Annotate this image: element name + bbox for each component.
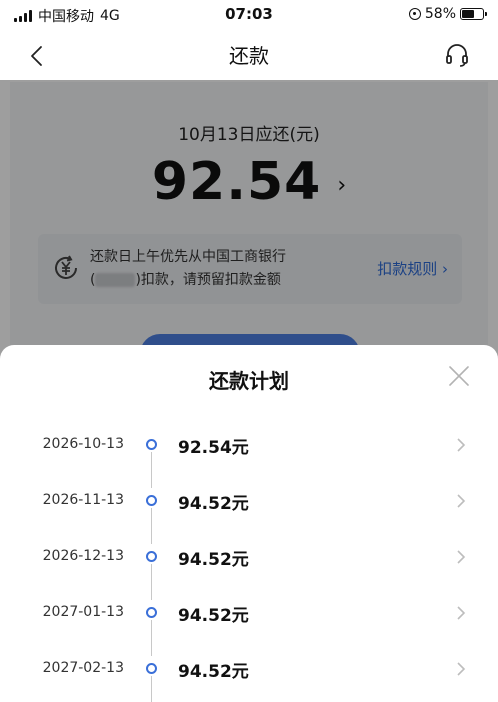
plan-row[interactable]: 2027-01-13 94.52元 bbox=[0, 588, 498, 656]
timeline-dot bbox=[146, 663, 157, 674]
chevron-right-icon bbox=[457, 662, 466, 676]
timeline-dot bbox=[146, 607, 157, 618]
plan-date: 2026-11-13 bbox=[42, 492, 124, 508]
status-right: 58% bbox=[408, 6, 487, 22]
headset-icon bbox=[446, 44, 468, 67]
timeline-dot bbox=[146, 439, 157, 450]
plan-date: 2026-10-13 bbox=[42, 436, 124, 452]
chevron-right-icon bbox=[457, 438, 466, 452]
orientation-lock-icon bbox=[408, 8, 421, 20]
chevron-left-icon bbox=[31, 46, 42, 66]
plan-row[interactable]: 2026-11-13 94.52元 bbox=[0, 476, 498, 544]
timeline-dot bbox=[146, 495, 157, 506]
chevron-right-icon bbox=[457, 550, 466, 564]
battery-percent: 58% bbox=[424, 6, 456, 22]
plan-row[interactable]: 2027-02-13 94.52元 bbox=[0, 644, 498, 702]
plan-date: 2026-12-13 bbox=[42, 548, 124, 564]
close-icon bbox=[449, 366, 469, 386]
close-button[interactable] bbox=[448, 365, 470, 387]
plan-amount: 92.54元 bbox=[178, 438, 249, 458]
plan-amount: 94.52元 bbox=[178, 606, 249, 626]
plan-amount: 94.52元 bbox=[178, 662, 249, 682]
customer-service-button[interactable] bbox=[444, 42, 470, 68]
chevron-right-icon bbox=[457, 606, 466, 620]
timeline-dot bbox=[146, 551, 157, 562]
plan-date: 2027-02-13 bbox=[42, 660, 124, 676]
nav-bar: 还款 bbox=[0, 30, 498, 80]
battery-icon bbox=[460, 8, 487, 20]
repayment-plan-sheet: 还款计划 2026-10-13 92.54元 2026-11-13 94.52元… bbox=[0, 345, 498, 702]
plan-amount: 94.52元 bbox=[178, 550, 249, 570]
plan-date: 2027-01-13 bbox=[42, 604, 124, 620]
back-button[interactable] bbox=[26, 44, 50, 68]
plan-amount: 94.52元 bbox=[178, 494, 249, 514]
plan-row[interactable]: 2026-12-13 94.52元 bbox=[0, 532, 498, 600]
timeline-line bbox=[151, 676, 152, 702]
chevron-right-icon bbox=[457, 494, 466, 508]
sheet-title: 还款计划 bbox=[209, 369, 289, 393]
status-bar: 中国移动 4G 07:03 58% bbox=[0, 0, 498, 30]
page-title: 还款 bbox=[229, 44, 269, 68]
plan-row[interactable]: 2026-10-13 92.54元 bbox=[0, 420, 498, 488]
